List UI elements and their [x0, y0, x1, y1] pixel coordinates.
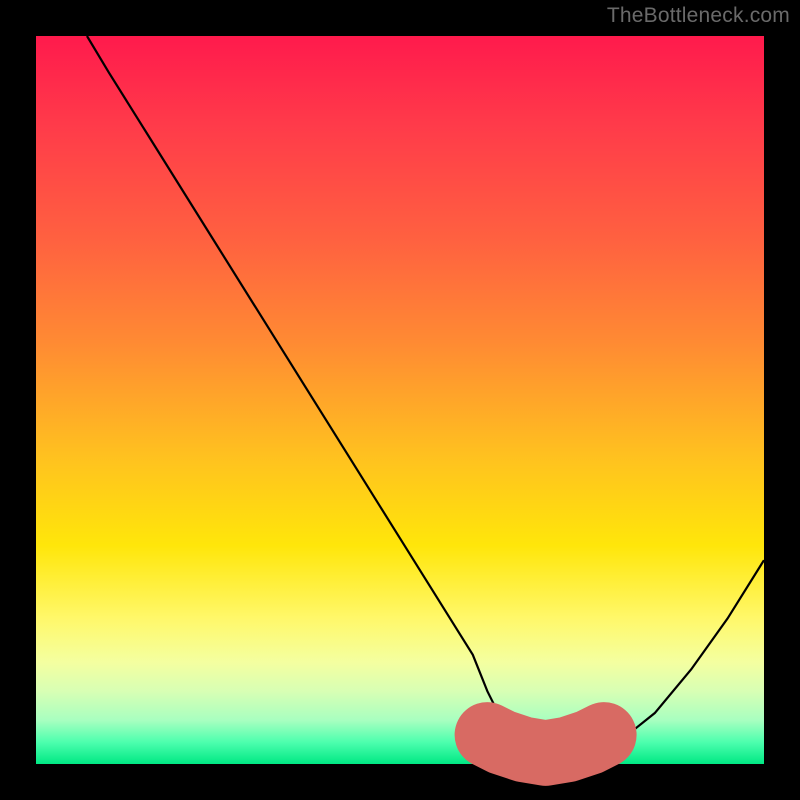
curve-overlay [36, 36, 764, 764]
optimal-highlight [487, 735, 603, 753]
attribution-text: TheBottleneck.com [607, 4, 790, 28]
plot-area [36, 36, 764, 764]
chart-frame: TheBottleneck.com [0, 0, 800, 800]
bottleneck-curve [87, 36, 764, 757]
